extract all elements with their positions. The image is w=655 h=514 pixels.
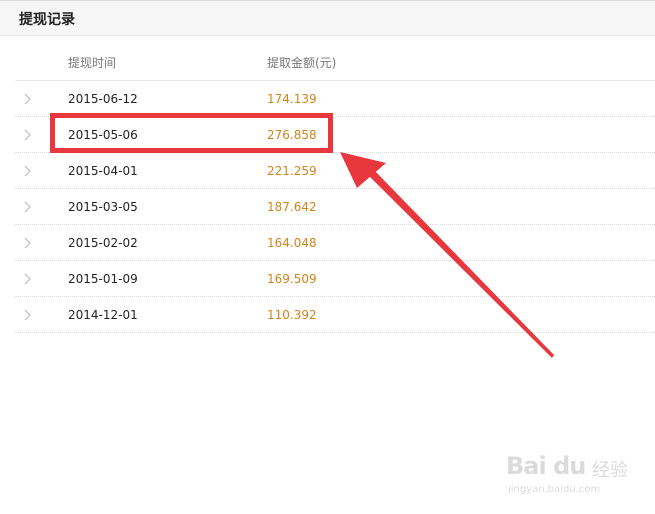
row-date: 2015-03-05: [68, 200, 138, 214]
row-date: 2015-04-01: [68, 164, 138, 178]
withdrawal-table: 提现时间 提取金额(元) 2015-06-12 174.139 2015-05-…: [15, 44, 655, 333]
table-row[interactable]: 2015-01-09 169.509: [15, 261, 655, 297]
section-header: 提现记录: [0, 0, 655, 36]
table-header-row: 提现时间 提取金额(元): [15, 44, 655, 81]
table-row[interactable]: 2015-04-01 221.259: [15, 153, 655, 189]
row-amount: 174.139: [267, 92, 317, 106]
column-header-amount: 提取金额(元): [267, 56, 337, 70]
table-row[interactable]: 2015-06-12 174.139: [15, 81, 655, 117]
chevron-right-icon[interactable]: [23, 308, 33, 322]
page-title: 提现记录: [19, 12, 75, 28]
table-row[interactable]: 2015-03-05 187.642: [15, 189, 655, 225]
row-date: 2015-05-06: [68, 128, 138, 142]
row-date: 2015-06-12: [68, 92, 138, 106]
row-amount: 110.392: [267, 308, 317, 322]
row-date: 2015-02-02: [68, 236, 138, 250]
chevron-right-icon[interactable]: [23, 200, 33, 214]
withdrawal-records-page: 提现记录 提现时间 提取金额(元) 2015-06-12 174.139 201…: [0, 0, 655, 514]
column-header-date: 提现时间: [68, 56, 117, 70]
chevron-right-icon[interactable]: [23, 164, 33, 178]
chevron-right-icon[interactable]: [23, 92, 33, 106]
table-row[interactable]: 2014-12-01 110.392: [15, 297, 655, 333]
chevron-right-icon[interactable]: [23, 236, 33, 250]
row-date: 2014-12-01: [68, 308, 138, 322]
row-date: 2015-01-09: [68, 272, 138, 286]
table-row[interactable]: 2015-05-06 276.858: [15, 117, 655, 153]
chevron-right-icon[interactable]: [23, 128, 33, 142]
row-amount: 276.858: [267, 128, 317, 142]
baidu-logo: Bai du: [506, 452, 586, 480]
watermark-url: jingyan.baidu.com: [508, 484, 601, 495]
table-row[interactable]: 2015-02-02 164.048: [15, 225, 655, 261]
watermark: Bai du 经验 jingyan.baidu.com: [500, 452, 630, 502]
row-amount: 169.509: [267, 272, 317, 286]
row-amount: 164.048: [267, 236, 317, 250]
row-amount: 221.259: [267, 164, 317, 178]
watermark-suffix: 经验: [592, 460, 628, 481]
row-amount: 187.642: [267, 200, 317, 214]
chevron-right-icon[interactable]: [23, 272, 33, 286]
